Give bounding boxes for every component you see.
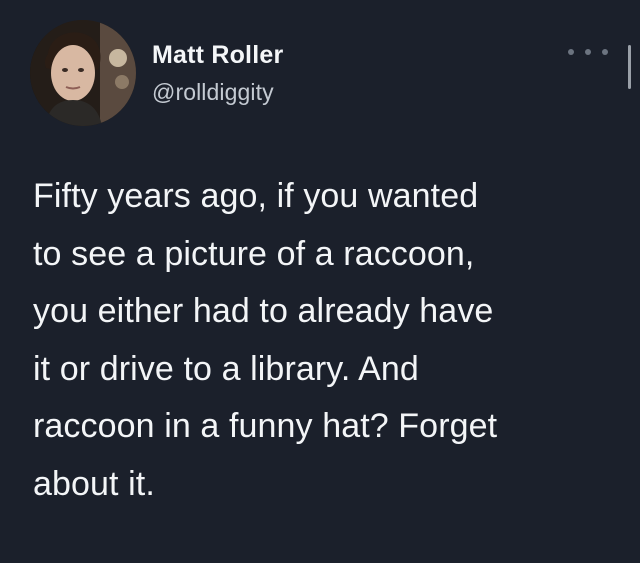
avatar-photo (30, 20, 136, 126)
author-name[interactable]: Matt Roller (152, 41, 283, 70)
more-dot (585, 49, 591, 55)
more-dot (568, 49, 574, 55)
tweet-text: Fifty years ago, if you wanted to see a … (33, 177, 498, 503)
scrollbar[interactable] (628, 45, 631, 89)
author-handle[interactable]: @rolldiggity (152, 79, 274, 106)
more-dot (602, 49, 608, 55)
more-options-icon[interactable] (568, 40, 608, 64)
tweet-card: Matt Roller @rolldiggity Fifty years ago… (0, 0, 640, 563)
avatar[interactable] (30, 20, 136, 126)
